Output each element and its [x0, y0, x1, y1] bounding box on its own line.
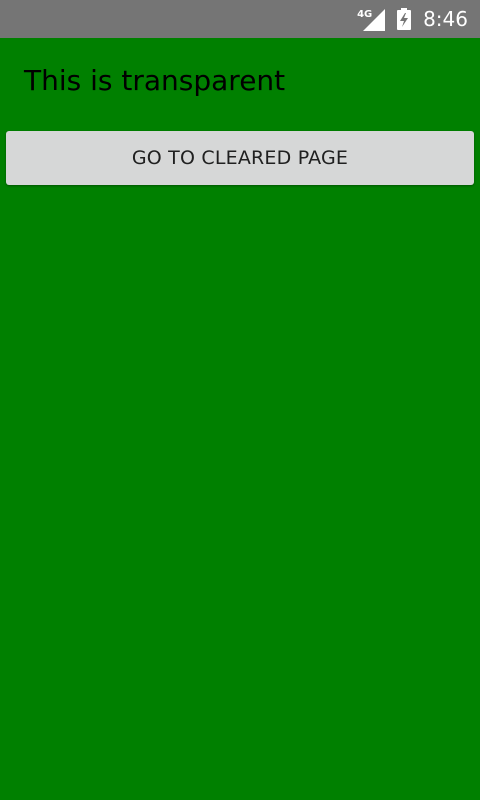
page-heading: This is transparent [24, 64, 286, 97]
status-time: 8:46 [423, 7, 468, 31]
battery-charging-icon [397, 8, 412, 30]
app-screen: 4G 8:46 This is transparent GO TO CLEARE… [0, 0, 480, 800]
network-indicator: 4G [357, 4, 386, 34]
go-to-cleared-page-button[interactable]: GO TO CLEARED PAGE [6, 131, 474, 185]
status-bar: 4G 8:46 [0, 0, 480, 38]
cellular-signal-icon [363, 9, 386, 31]
